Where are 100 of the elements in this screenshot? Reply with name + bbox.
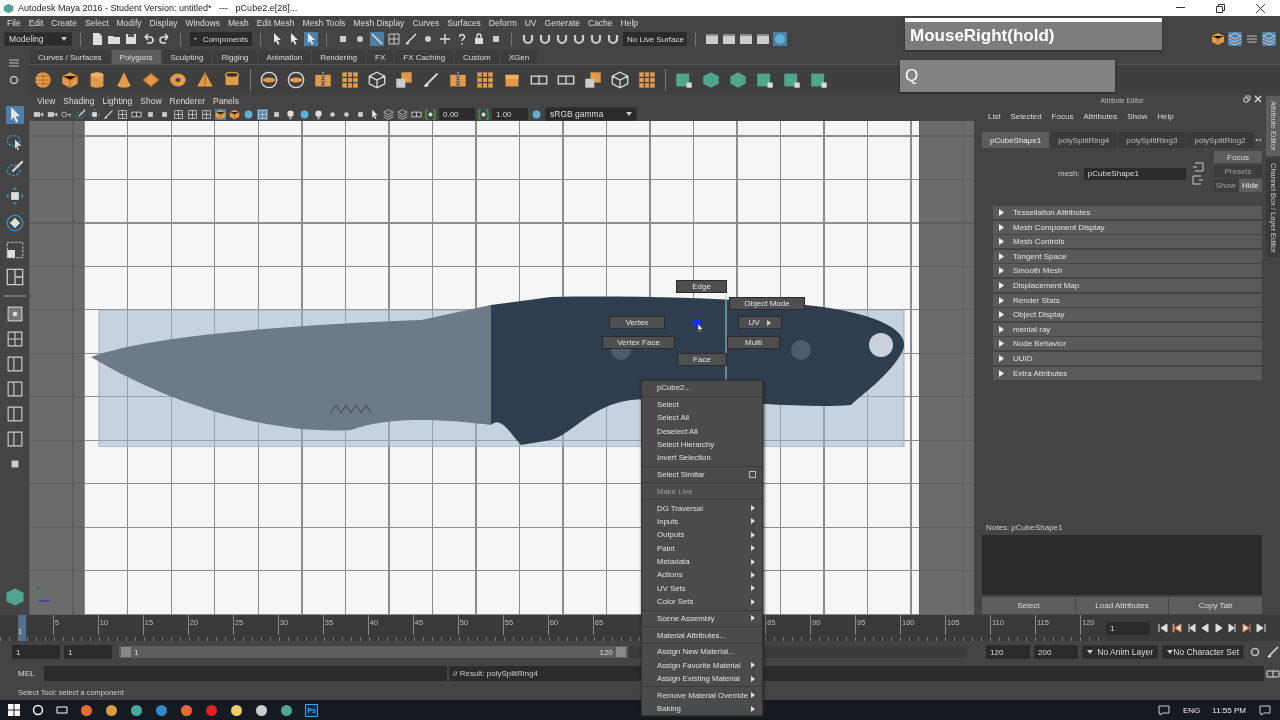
app-icon[interactable] [80,703,93,717]
current-time-marker[interactable] [18,615,26,641]
command-input[interactable] [44,666,447,681]
lasso-icon[interactable] [5,133,24,151]
quad-grid-icon[interactable] [584,70,602,89]
node-tab[interactable]: polySplitRing4 [1050,132,1118,148]
clapboard-icon[interactable] [705,32,719,46]
task-view-icon[interactable] [56,704,68,716]
marking-menu-item[interactable]: UV [738,316,782,329]
magnet-icon[interactable] [589,32,603,46]
shelf-tab[interactable]: XGen [500,50,538,64]
current-frame-field[interactable]: 1 [1106,621,1150,635]
cylinder-icon[interactable] [88,70,106,89]
node-tab[interactable]: polySplitRing3 [1118,132,1186,148]
clock[interactable]: 11:55 PM [1212,705,1246,715]
panel-button[interactable]: Load Attributes [1075,597,1169,614]
input-connection-icon[interactable] [1191,162,1204,172]
section-header[interactable]: Node Behavior [993,337,1262,351]
panel-menu-item[interactable]: View [33,93,60,108]
command-language-label[interactable]: MEL [18,669,42,678]
section-header[interactable]: Tangent Space [993,249,1262,263]
play-backward-icon[interactable] [1200,623,1210,633]
mesh-name-field[interactable]: pCubeShape1 [1083,167,1186,180]
quad-grid-icon[interactable] [395,70,413,89]
diagonal-line-icon[interactable] [370,32,384,46]
menu-item[interactable]: Cache [584,16,617,30]
grid-icon[interactable] [257,108,268,120]
selection-mode-dropdown[interactable]: Components [190,32,252,46]
marking-menu-item[interactable]: Face [677,353,727,366]
redo-icon[interactable] [158,32,172,46]
menu-item[interactable]: Curves [408,16,444,30]
menu-item[interactable]: List [984,109,1005,123]
lock-icon[interactable] [472,32,486,46]
step-back-icon[interactable] [1186,623,1196,633]
brush-icon[interactable] [5,160,24,178]
menu-item[interactable]: Focus [1047,109,1078,123]
app-icon[interactable] [255,703,268,717]
sphere-icon[interactable] [34,70,52,89]
section-header[interactable]: Mesh Controls [993,235,1262,249]
menu-item[interactable]: Mesh Display [349,16,409,30]
panel-button[interactable]: Copy Tab [1169,597,1262,614]
panel-menu-item[interactable]: Panels [208,93,243,108]
cursor-arrow-icon[interactable] [369,108,380,120]
menu-item[interactable]: UV [520,16,541,30]
menu-icon[interactable] [1245,32,1259,46]
menu-item[interactable]: File [3,16,25,30]
panel-menu-item[interactable]: Lighting [98,93,137,108]
color-space-dropdown[interactable]: sRGB gamma [545,107,637,121]
menu-item[interactable]: Select [80,16,113,30]
message-icon[interactable] [1157,703,1171,717]
panel-menu-item[interactable]: Shading [59,93,99,108]
close-icon[interactable] [1254,95,1262,103]
gamma-field[interactable]: 1.00 [492,108,528,120]
app-icon[interactable] [155,703,168,717]
shelf-tab[interactable]: Rigging [213,50,257,64]
layers-icon[interactable] [383,108,394,120]
tiles-icon[interactable] [638,70,656,89]
panel-button[interactable]: Focus [1214,151,1262,163]
section-header[interactable]: UUID [993,351,1262,365]
node-tab[interactable]: polySplitRing2 [1186,132,1254,148]
toggle-button[interactable]: Hide [1238,179,1262,192]
save-icon[interactable] [124,32,138,46]
move-icon[interactable] [89,108,100,120]
shelf-tab[interactable]: FX Caching [395,50,454,64]
grid-icon[interactable] [173,108,184,120]
anim-layer-dropdown[interactable]: No Anim Layer [1082,645,1158,659]
panel-menu-item[interactable]: Renderer [165,93,209,108]
float-icon[interactable] [1243,95,1251,103]
marking-menu-item[interactable]: Object Mode [729,297,805,310]
plus-icon[interactable] [438,32,452,46]
menu-item[interactable]: Help [616,16,643,30]
output-connection-icon[interactable] [1191,175,1204,185]
marking-menu-item[interactable]: Multi [727,336,780,349]
menu-item[interactable]: Deform [484,16,521,30]
magnet-icon[interactable] [555,32,569,46]
start-frame-field[interactable]: 1 [12,645,60,659]
app-icon[interactable] [230,703,243,717]
light-bulb-icon[interactable] [313,108,324,120]
split-cube-icon[interactable] [449,70,467,89]
four-pane-icon[interactable] [6,331,23,347]
section-header[interactable]: Extra Attributes [993,366,1262,380]
menu-item[interactable]: Selected [1006,109,1046,123]
tiles-icon[interactable] [476,70,494,89]
frame-icon[interactable] [411,108,422,120]
magnet-icon[interactable] [521,32,535,46]
wireframe-cube-icon[interactable] [611,70,629,89]
ring-icon[interactable] [260,70,278,89]
menu-item[interactable]: Edit Mesh [252,16,299,30]
layers-icon[interactable] [397,108,408,120]
new-file-icon[interactable] [90,32,104,46]
menu-item[interactable]: Surfaces [443,16,485,30]
playback-start-field[interactable]: 1 [64,645,112,659]
shelf-tab[interactable]: Polygons [111,50,161,64]
shelf-tab[interactable]: Animation [258,50,311,64]
plane-icon[interactable] [142,70,160,89]
split-cube-icon[interactable] [314,70,332,89]
go-to-end-icon[interactable] [1256,623,1266,633]
two-pane-icon[interactable] [6,406,23,422]
message-icon[interactable] [1258,703,1272,717]
single-pane-icon[interactable] [6,306,23,322]
